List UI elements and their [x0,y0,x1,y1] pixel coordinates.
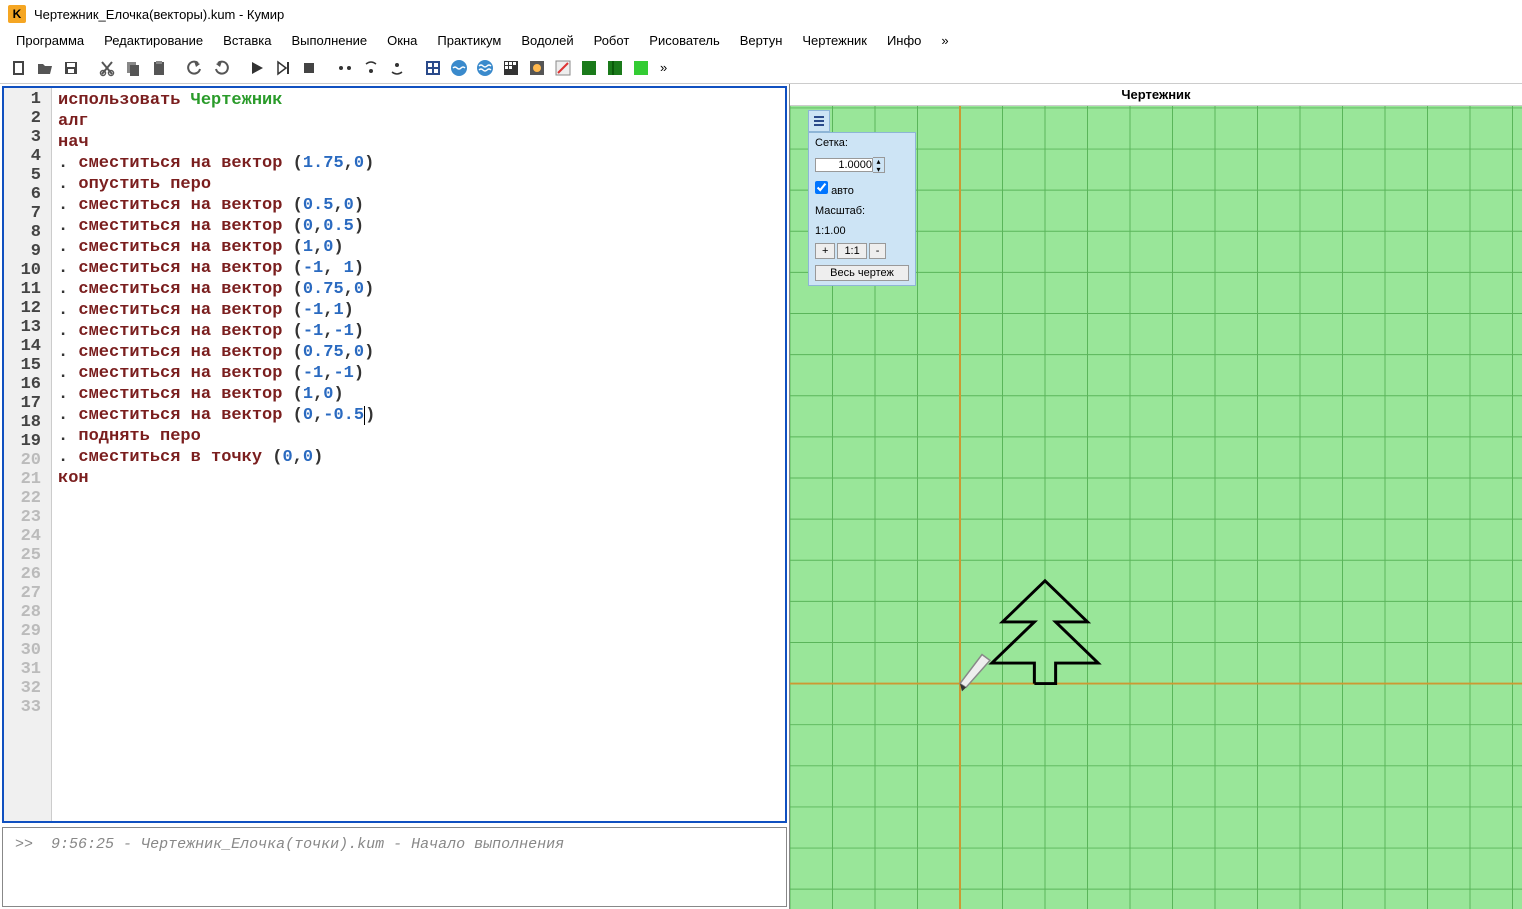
stop-icon[interactable] [298,57,320,79]
scale-value: 1:1.00 [809,221,915,241]
zoom-in-button[interactable]: + [815,243,835,259]
menu-Окна[interactable]: Окна [379,31,425,50]
menu-Вставка[interactable]: Вставка [215,31,279,50]
drafter-canvas[interactable]: Сетка: ▴▾ авто Масштаб: 1:1.00 + 1:1 - В… [790,106,1522,909]
scale-label: Масштаб: [809,201,915,221]
drafter-title: Чертежник [790,84,1522,106]
step-into-icon[interactable] [360,57,382,79]
menu-Выполнение[interactable]: Выполнение [283,31,375,50]
cut-icon[interactable] [96,57,118,79]
main-area: 1234567891011121314151617181920212223242… [0,84,1522,909]
run-icon[interactable] [246,57,268,79]
menu-»[interactable]: » [933,31,956,50]
run-step-icon[interactable] [272,57,294,79]
toolbar-more[interactable]: » [656,60,667,75]
menu-Вертун[interactable]: Вертун [732,31,791,50]
line-gutter: 1234567891011121314151617181920212223242… [4,88,52,821]
actor-turtle-icon[interactable] [578,57,600,79]
actor-paint-icon[interactable] [552,57,574,79]
auto-label: авто [831,185,854,197]
menubar: ПрограммаРедактированиеВставкаВыполнение… [0,28,1522,52]
menu-Водолей[interactable]: Водолей [513,31,581,50]
actor-drafter-icon[interactable] [604,57,626,79]
step-over-icon[interactable] [334,57,356,79]
grid-step-input[interactable] [815,158,873,172]
panel-menu-icon[interactable] [808,110,830,132]
actor-vodoley-icon[interactable] [448,57,470,79]
menu-Практикум[interactable]: Практикум [429,31,509,50]
paste-icon[interactable] [148,57,170,79]
code-editor[interactable]: 1234567891011121314151617181920212223242… [2,86,787,823]
actor-robot-icon[interactable] [474,57,496,79]
actor-windows-icon[interactable] [630,57,652,79]
menu-Инфо[interactable]: Инфо [879,31,929,50]
right-pane: Чертежник Сетка: ▴▾ авто Масштаб: 1:1.00… [790,84,1522,909]
undo-icon[interactable] [184,57,206,79]
window-title: Чертежник_Елочка(векторы).kum - Кумир [34,7,284,22]
menu-Программа[interactable]: Программа [8,31,92,50]
open-file-icon[interactable] [34,57,56,79]
console-prompt: >> [15,836,33,853]
zoom-out-button[interactable]: - [869,243,887,259]
spinner-icon[interactable]: ▴▾ [873,157,885,173]
menu-Чертежник[interactable]: Чертежник [794,31,875,50]
actor-grid-icon[interactable] [500,57,522,79]
left-pane: 1234567891011121314151617181920212223242… [0,84,790,909]
actor-1-icon[interactable] [422,57,444,79]
titlebar: K Чертежник_Елочка(векторы).kum - Кумир [0,0,1522,28]
toolbar: » [0,52,1522,84]
drafter-panel: Сетка: ▴▾ авто Масштаб: 1:1.00 + 1:1 - В… [808,132,916,286]
fit-button[interactable]: Весь чертеж [815,265,909,281]
menu-Редактирование[interactable]: Редактирование [96,31,211,50]
console-time: 9:56:25 [51,836,114,853]
redo-icon[interactable] [210,57,232,79]
actor-draw-icon[interactable] [526,57,548,79]
new-file-icon[interactable] [8,57,30,79]
menu-Робот[interactable]: Робот [586,31,638,50]
console: >> 9:56:25 - Чертежник_Елочка(точки).kum… [2,827,787,907]
code-area[interactable]: использовать Чертежникалгнач. сместиться… [52,88,785,821]
save-file-icon[interactable] [60,57,82,79]
console-file: Чертежник_Елочка(точки).kum [141,836,384,853]
zoom-reset-button[interactable]: 1:1 [837,243,866,259]
console-msg: Начало выполнения [411,836,564,853]
menu-Рисователь[interactable]: Рисователь [641,31,727,50]
copy-icon[interactable] [122,57,144,79]
auto-checkbox[interactable] [815,181,828,194]
grid-label: Сетка: [809,133,915,153]
step-out-icon[interactable] [386,57,408,79]
app-icon: K [8,5,26,23]
